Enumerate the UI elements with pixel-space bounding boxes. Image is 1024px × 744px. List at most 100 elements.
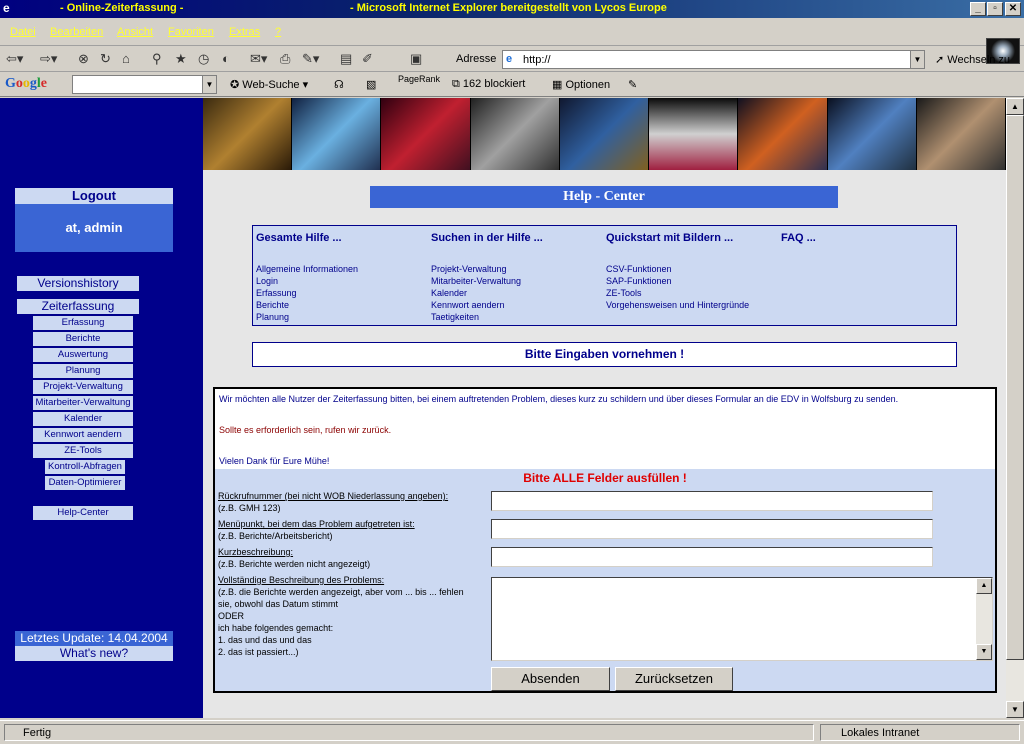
address-input[interactable]: e http:// (502, 50, 924, 69)
forward-icon[interactable]: ⇨▾ (40, 51, 57, 68)
logout-button[interactable]: Logout (15, 188, 173, 204)
scroll-down-icon[interactable]: ▼ (976, 644, 992, 660)
page-scroll-up-icon[interactable]: ▲ (1006, 98, 1024, 115)
highlight-icon[interactable]: ▧ (366, 78, 376, 91)
instruction-banner: Bitte Eingaben vornehmen ! (252, 342, 957, 367)
google-search-input[interactable] (72, 75, 216, 94)
help-link[interactable]: Kalender (431, 288, 467, 298)
news-icon[interactable]: ☊ (334, 78, 344, 91)
whats-new-link[interactable]: What's new? (15, 646, 173, 661)
full-label-text: Vollständige Beschreibung des Problems: (218, 575, 385, 585)
edit-icon[interactable]: ✎▾ (302, 51, 319, 68)
sidebar-item-kennwort[interactable]: Kennwort aendern (33, 428, 133, 442)
field-full-label: Vollständige Beschreibung des Problems: (218, 575, 384, 585)
sidebar-item-berichte[interactable]: Berichte (33, 332, 133, 346)
scroll-up-icon[interactable]: ▲ (976, 578, 992, 594)
sidebar-item-versionshistory[interactable]: Versionshistory (17, 276, 139, 291)
field-full-hint: ODER (218, 611, 245, 621)
status-text: Fertig (23, 727, 52, 739)
go-button[interactable]: ➚ Wechseln zu (935, 53, 1010, 66)
field-full-hint: 1. das und das und das (218, 635, 312, 645)
help-link[interactable]: Kennwort aendern (431, 300, 505, 310)
refresh-icon[interactable]: ↻ (100, 51, 111, 68)
messenger-icon[interactable]: ✐ (362, 51, 373, 68)
help-link[interactable]: Allgemeine Informationen (256, 264, 358, 274)
help-link[interactable]: Taetigkeiten (431, 312, 479, 322)
help-head-faq[interactable]: FAQ ... (781, 232, 816, 244)
menu-bearbeiten[interactable]: Bearbeiten (50, 26, 103, 38)
banner-image-red (381, 98, 471, 170)
search-icon[interactable]: ⚲ (152, 51, 162, 68)
help-link[interactable]: Vorgehensweisen und Hintergründe (606, 300, 749, 310)
menu-favoriten[interactable]: Favoriten (168, 26, 214, 38)
web-search-button[interactable]: ✪ Web-Suche ▾ (230, 78, 308, 91)
close-button[interactable]: ✕ (1005, 2, 1021, 16)
menu-help[interactable]: ? (275, 26, 281, 38)
address-dropdown-icon[interactable]: ▼ (910, 50, 925, 69)
submit-button[interactable]: Absenden (491, 667, 610, 691)
page-scroll-thumb[interactable] (1006, 115, 1024, 660)
google-search-dropdown-icon[interactable]: ▼ (202, 75, 217, 94)
options-button[interactable]: ▦ Optionen (552, 78, 610, 91)
page-scrollbar[interactable]: ▲ ▼ (1006, 98, 1024, 718)
sidebar-item-mitarbeiter-verwaltung[interactable]: Mitarbeiter-Verwaltung (33, 396, 133, 410)
pagerank-label: PageRank (398, 74, 441, 84)
menu-extras[interactable]: Extras (229, 26, 260, 38)
intro-text: Wir möchten alle Nutzer der Zeiterfassun… (219, 394, 899, 404)
banner-image-silver-car (470, 98, 560, 170)
favorites-icon[interactable]: ★ (175, 51, 187, 68)
sidebar-item-projekt-verwaltung[interactable]: Projekt-Verwaltung (33, 380, 133, 394)
help-head-suchen[interactable]: Suchen in der Hilfe ... (431, 232, 543, 244)
lycos-lite-icon[interactable]: ▣ (410, 51, 422, 68)
maximize-button[interactable]: ▫ (987, 2, 1003, 16)
menu-datei[interactable]: Datei (10, 26, 36, 38)
field-short-hint: (z.B. Berichte werden nicht angezeigt) (218, 559, 371, 569)
help-link[interactable]: Erfassung (256, 288, 297, 298)
home-icon[interactable]: ⌂ (122, 51, 130, 68)
sidebar-item-kontroll-abfragen[interactable]: Kontroll-Abfragen (45, 460, 125, 474)
blocked-count: 162 blockiert (462, 78, 526, 90)
print-icon[interactable]: ⎙ (280, 51, 290, 68)
help-link[interactable]: Planung (256, 312, 289, 322)
window-title-left: - Online-Zeiterfassung - (60, 2, 184, 14)
google-logo[interactable]: Google (5, 76, 47, 92)
sidebar-item-planung[interactable]: Planung (33, 364, 133, 378)
sidebar-item-kalender[interactable]: Kalender (33, 412, 133, 426)
help-link[interactable]: ZE-Tools (606, 288, 642, 298)
help-link[interactable]: Berichte (256, 300, 289, 310)
help-link[interactable]: SAP-Funktionen (606, 276, 672, 286)
sidebar-item-zeiterfassung[interactable]: Zeiterfassung (17, 299, 139, 314)
sidebar-item-ze-tools[interactable]: ZE-Tools (33, 444, 133, 458)
help-head-gesamte[interactable]: Gesamte Hilfe ... (256, 232, 342, 244)
stop-icon[interactable]: ⊗ (78, 51, 89, 68)
menu-ansicht[interactable]: Ansicht (117, 26, 153, 38)
sidebar-item-auswertung[interactable]: Auswertung (33, 348, 133, 362)
field-menu-hint: (z.B. Berichte/Arbeitsbericht) (218, 531, 333, 541)
page-scroll-down-icon[interactable]: ▼ (1006, 701, 1024, 718)
callback-input[interactable] (491, 491, 933, 511)
help-link[interactable]: Projekt-Verwaltung (431, 264, 507, 274)
minimize-button[interactable]: _ (970, 2, 986, 16)
full-description-textarea[interactable]: ▲ ▼ (491, 577, 993, 661)
short-label-text: Kurzbeschreibung: (218, 547, 294, 557)
sidebar-item-daten-optimierer[interactable]: Daten-Optimierer (45, 476, 125, 490)
help-link[interactable]: CSV-Funktionen (606, 264, 672, 274)
help-link[interactable]: Mitarbeiter-Verwaltung (431, 276, 521, 286)
pencil-icon[interactable]: ✎ (628, 78, 637, 91)
mail-icon[interactable]: ✉▾ (250, 51, 267, 68)
discuss-icon[interactable]: ▤ (340, 51, 352, 68)
media-icon[interactable]: ◐ (222, 51, 230, 68)
sidebar-item-help-center[interactable]: Help-Center (33, 506, 133, 520)
title-bar: e - Online-Zeiterfassung - - Microsoft I… (0, 0, 1024, 18)
sidebar-item-erfassung[interactable]: Erfassung (33, 316, 133, 330)
help-link[interactable]: Login (256, 276, 278, 286)
go-label: Wechseln zu (947, 54, 1011, 66)
back-icon[interactable]: ⇦▾ (6, 51, 23, 68)
history-icon[interactable]: ◷ (198, 51, 209, 68)
short-description-input[interactable] (491, 547, 933, 567)
menu-point-input[interactable] (491, 519, 933, 539)
help-head-quickstart[interactable]: Quickstart mit Bildern ... (606, 232, 733, 244)
textarea-scrollbar[interactable]: ▲ ▼ (976, 578, 992, 660)
popup-blocker[interactable]: ⧉ 162 blockiert (452, 78, 525, 91)
reset-button[interactable]: Zurücksetzen (615, 667, 733, 691)
